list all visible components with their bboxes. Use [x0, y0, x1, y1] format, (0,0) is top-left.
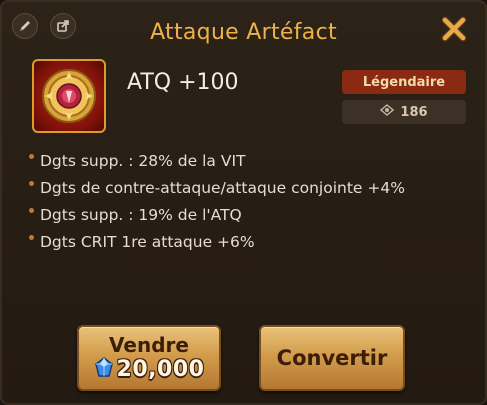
- sell-price-row: 20,000: [94, 356, 205, 383]
- bullet-icon: [29, 181, 34, 186]
- artifact-detail-panel: Attaque Artéfact ATQ +100 Légendaire 186…: [0, 0, 487, 405]
- bullet-icon: [29, 208, 34, 213]
- close-x-icon[interactable]: [441, 16, 467, 42]
- substat-item: Dgts CRIT 1re attaque +6%: [29, 229, 405, 256]
- window-title: Attaque Artéfact: [150, 20, 337, 45]
- convert-label: Convertir: [276, 346, 388, 370]
- substat-item: Dgts supp. : 28% de la VIT: [29, 148, 405, 175]
- bullet-icon: [29, 235, 34, 240]
- power-badge: 186: [342, 100, 466, 124]
- substat-text: Dgts supp. : 19% de l'ATQ: [40, 206, 242, 224]
- substat-item: Dgts de contre-attaque/attaque conjointe…: [29, 175, 405, 202]
- power-value: 186: [400, 104, 428, 120]
- sell-button[interactable]: Vendre 20,000: [77, 325, 221, 391]
- main-stat: ATQ +100: [127, 70, 239, 95]
- bullet-icon: [29, 154, 34, 159]
- substat-text: Dgts supp. : 28% de la VIT: [40, 152, 246, 170]
- rarity-label: Légendaire: [362, 74, 446, 90]
- sell-label: Vendre: [109, 332, 189, 357]
- substat-text: Dgts de contre-attaque/attaque conjointe…: [40, 179, 405, 197]
- crystal-icon: [94, 356, 114, 383]
- rarity-badge: Légendaire: [342, 70, 466, 94]
- substat-text: Dgts CRIT 1re attaque +6%: [40, 233, 255, 251]
- substat-list: Dgts supp. : 28% de la VIT Dgts de contr…: [29, 148, 405, 256]
- sell-price: 20,000: [116, 356, 205, 382]
- eye-diamond-icon: [380, 104, 395, 120]
- convert-button[interactable]: Convertir: [259, 325, 405, 391]
- artifact-emblem-icon[interactable]: [32, 59, 106, 133]
- substat-item: Dgts supp. : 19% de l'ATQ: [29, 202, 405, 229]
